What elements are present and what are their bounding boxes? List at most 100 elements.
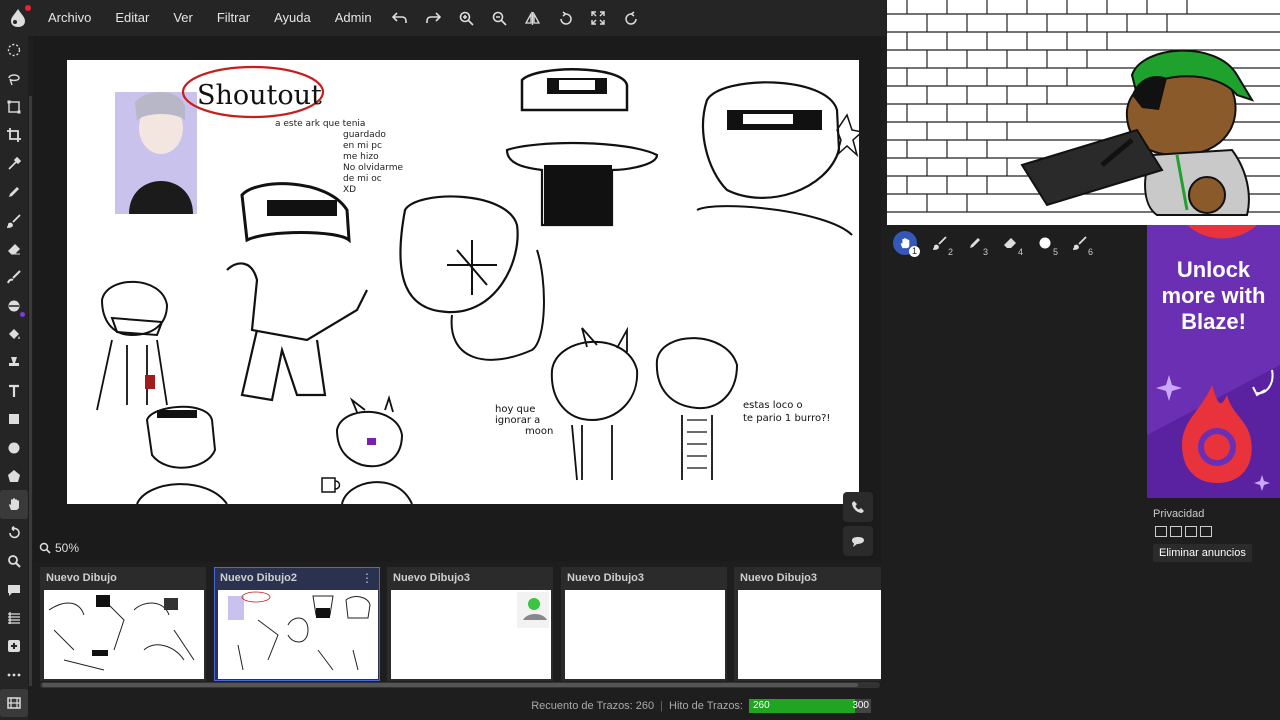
brush-number: 3 bbox=[982, 247, 988, 257]
toolbar-scrollbar[interactable] bbox=[29, 96, 32, 686]
menu-admin[interactable]: Admin bbox=[323, 0, 384, 36]
status-bar: Recuento de Trazos: 260 | Hito de Trazos… bbox=[33, 692, 881, 720]
remove-ads-button[interactable]: Eliminar anuncios bbox=[1153, 544, 1252, 562]
menu-ver[interactable]: Ver bbox=[161, 0, 205, 36]
undo-history-icon[interactable] bbox=[0, 519, 28, 547]
frames-strip: Nuevo Dibujo Nuevo Dibujo2 ⋮ Nuevo Dibuj… bbox=[33, 562, 881, 688]
undo-icon[interactable] bbox=[384, 0, 417, 36]
kebab-menu-icon[interactable]: ⋮ bbox=[361, 571, 373, 585]
stroke-milestone-label: Hito de Trazos: bbox=[669, 700, 743, 712]
layout-option-4-icon[interactable] bbox=[1200, 526, 1212, 537]
meter-current: 260 bbox=[753, 700, 770, 711]
zoom-label: 50% bbox=[55, 541, 80, 555]
brush-preset-1[interactable]: 1 bbox=[887, 229, 922, 257]
layers-icon[interactable] bbox=[0, 604, 28, 632]
canvas-workspace[interactable]: Shoutout a este ark que tenia guardado en … bbox=[33, 36, 881, 562]
search-icon[interactable] bbox=[0, 547, 28, 575]
frames-scrollbar-thumb[interactable] bbox=[42, 683, 858, 687]
crop-icon[interactable] bbox=[0, 121, 28, 149]
stamp-icon[interactable] bbox=[0, 348, 28, 376]
color-dot bbox=[20, 311, 25, 317]
stroke-milestone-meter: 260 300 bbox=[749, 699, 871, 713]
blend-icon[interactable] bbox=[0, 292, 28, 320]
brush-preset-3[interactable]: 3 bbox=[957, 229, 992, 257]
fullscreen-icon[interactable] bbox=[582, 0, 615, 36]
frame-5[interactable]: Nuevo Dibujo3 bbox=[734, 567, 881, 681]
frame-title: Nuevo Dibujo3 bbox=[567, 572, 645, 584]
layout-option-2-icon[interactable] bbox=[1170, 526, 1182, 537]
select-rect-icon[interactable] bbox=[0, 93, 28, 121]
brush-preset-2[interactable]: 2 bbox=[922, 229, 957, 257]
chat-icon[interactable] bbox=[0, 575, 28, 603]
reference-image bbox=[887, 0, 1280, 225]
frame-1[interactable]: Nuevo Dibujo bbox=[40, 567, 206, 681]
drawing-canvas[interactable]: Shoutout a este ark que tenia guardado en … bbox=[67, 60, 859, 504]
add-icon[interactable] bbox=[0, 632, 28, 660]
phone-button[interactable] bbox=[843, 492, 873, 522]
frame-title: Nuevo Dibujo2 bbox=[220, 572, 298, 584]
redo-icon[interactable] bbox=[417, 0, 450, 36]
menu-editar[interactable]: Editar bbox=[103, 0, 161, 36]
free-lasso-icon[interactable] bbox=[0, 64, 28, 92]
ad-banner[interactable]: Unlock more with Blaze! bbox=[1147, 225, 1280, 498]
layout-option-1-icon[interactable] bbox=[1155, 526, 1167, 537]
menubar: Archivo Editar Ver Filtrar Ayuda Admin bbox=[0, 0, 886, 36]
pen-icon[interactable] bbox=[0, 178, 28, 206]
brush-number: 2 bbox=[947, 247, 953, 257]
brush-icon[interactable] bbox=[0, 206, 28, 234]
smudge-icon[interactable] bbox=[0, 263, 28, 291]
reference-image-panel[interactable] bbox=[887, 0, 1280, 225]
frame-2[interactable]: Nuevo Dibujo2 ⋮ bbox=[214, 567, 380, 681]
reset-icon[interactable] bbox=[615, 0, 648, 36]
frame-4[interactable]: Nuevo Dibujo3 bbox=[561, 567, 727, 681]
menu-filtrar[interactable]: Filtrar bbox=[205, 0, 262, 36]
notification-dot bbox=[25, 5, 31, 11]
hand-icon[interactable] bbox=[0, 490, 28, 519]
rotate-icon[interactable] bbox=[549, 0, 582, 36]
ad-text: Unlock more with Blaze! bbox=[1161, 257, 1266, 334]
shoutout-text: Shoutout bbox=[197, 80, 322, 111]
hoy-text: hoy que ignorar a moon bbox=[495, 404, 553, 437]
flip-icon[interactable] bbox=[516, 0, 549, 36]
polygon-shape-icon[interactable] bbox=[0, 462, 28, 490]
film-icon[interactable] bbox=[0, 688, 28, 718]
menu-archivo[interactable]: Archivo bbox=[36, 0, 103, 36]
more-icon[interactable] bbox=[0, 661, 28, 689]
brush-presets: 1 2 3 4 5 6 bbox=[887, 228, 1147, 258]
frame-title: Nuevo Dibujo bbox=[46, 572, 117, 584]
brush-preset-4[interactable]: 4 bbox=[992, 229, 1027, 257]
zoom-in-icon[interactable] bbox=[450, 0, 483, 36]
zoom-indicator[interactable]: 50% bbox=[39, 541, 79, 555]
app-logo-icon bbox=[11, 9, 25, 27]
estas-text: estas loco o te pario 1 burro?! bbox=[743, 400, 830, 424]
menu-ayuda[interactable]: Ayuda bbox=[262, 0, 323, 36]
status-divider: | bbox=[660, 700, 664, 712]
app-logo[interactable] bbox=[0, 0, 36, 36]
ellipse-shape-icon[interactable] bbox=[0, 433, 28, 461]
speech-bubble-icon bbox=[852, 537, 864, 547]
frame-3[interactable]: Nuevo Dibujo3 bbox=[387, 567, 553, 681]
chat-button[interactable] bbox=[843, 526, 873, 556]
zoom-search-icon bbox=[39, 542, 51, 554]
frame-thumbnail bbox=[738, 590, 881, 679]
frames-scrollbar[interactable] bbox=[40, 682, 880, 688]
eraser-icon[interactable] bbox=[0, 235, 28, 263]
lasso-icon[interactable] bbox=[0, 36, 28, 64]
eyedropper-icon[interactable] bbox=[0, 150, 28, 178]
brush-number: 6 bbox=[1087, 247, 1093, 257]
rect-shape-icon[interactable] bbox=[0, 405, 28, 433]
frame-thumbnail bbox=[565, 590, 725, 679]
brush-preset-6[interactable]: 6 bbox=[1062, 229, 1097, 257]
brush-preset-5[interactable]: 5 bbox=[1027, 229, 1062, 257]
brush-number: 5 bbox=[1052, 247, 1058, 257]
brush-number: 1 bbox=[909, 246, 920, 257]
frame-title: Nuevo Dibujo3 bbox=[740, 572, 818, 584]
fill-icon[interactable] bbox=[0, 320, 28, 348]
phone-icon bbox=[852, 501, 864, 513]
app-root: Archivo Editar Ver Filtrar Ayuda Admin S… bbox=[0, 0, 1280, 720]
layout-option-3-icon[interactable] bbox=[1185, 526, 1197, 537]
privacy-layout-options bbox=[1155, 526, 1212, 537]
zoom-out-icon[interactable] bbox=[483, 0, 516, 36]
canvas-artwork: Shoutout a este ark que tenia guardado en … bbox=[96, 65, 859, 504]
text-icon[interactable] bbox=[0, 377, 28, 405]
